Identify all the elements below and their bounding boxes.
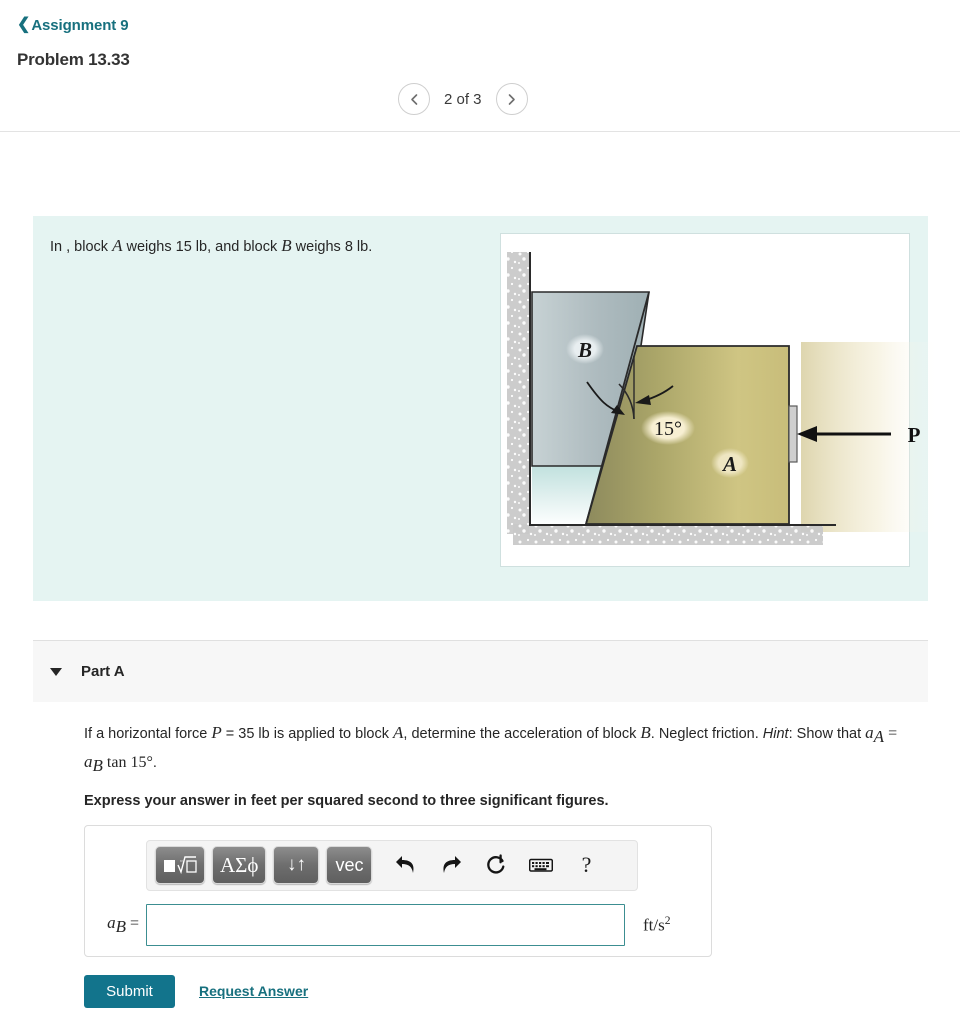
answer-var: a bbox=[107, 912, 116, 932]
submit-button[interactable]: Submit bbox=[84, 974, 175, 1008]
header-divider bbox=[0, 131, 960, 132]
answer-units-main: ft/s bbox=[643, 915, 665, 935]
answer-units: ft/s2 bbox=[643, 914, 671, 936]
answer-var-sub: B bbox=[115, 916, 126, 936]
problem-figure: 15° B A P bbox=[500, 233, 941, 567]
help-button[interactable]: ? bbox=[567, 846, 605, 884]
answer-units-exponent: 2 bbox=[664, 913, 671, 927]
chevron-left-icon bbox=[410, 93, 417, 105]
question-mark-icon: ? bbox=[581, 852, 592, 878]
answer-equals: = bbox=[129, 914, 139, 932]
request-answer-link[interactable]: Request Answer bbox=[199, 983, 308, 999]
reset-circle-icon bbox=[487, 854, 505, 874]
part-a-body: If a horizontal force P = 35 lb is appli… bbox=[0, 702, 960, 1008]
back-link-label: Assignment 9 bbox=[31, 16, 129, 34]
block-a-label: A bbox=[721, 452, 737, 476]
question-var-a: A bbox=[393, 723, 404, 742]
question-seg-2: = 35 lb is applied to block bbox=[221, 726, 394, 742]
vector-icon: vec bbox=[335, 854, 364, 875]
statement-var-b: B bbox=[281, 236, 292, 255]
statement-seg-2: weighs 15 lb, and block bbox=[122, 239, 282, 255]
template-button[interactable]: ▫ bbox=[155, 846, 205, 885]
part-a-header[interactable]: Part A bbox=[33, 640, 928, 702]
question-seg-3: , determine the acceleration of block bbox=[403, 726, 641, 742]
pager-next-button[interactable] bbox=[495, 83, 528, 115]
express-instruction: Express your answer in feet per squared … bbox=[84, 792, 609, 809]
greek-button[interactable]: ΑΣϕ bbox=[212, 846, 267, 885]
question-seg-4: . Neglect friction. bbox=[650, 726, 763, 742]
chevron-left-icon: ❮ bbox=[17, 16, 31, 33]
answer-actions: Submit Request Answer bbox=[84, 974, 960, 1008]
vec-button[interactable]: vec bbox=[326, 846, 373, 885]
question-var-p: P bbox=[211, 723, 222, 742]
keyboard-button[interactable] bbox=[522, 846, 560, 884]
redo-arrow-icon bbox=[443, 856, 462, 874]
block-b-label: B bbox=[577, 338, 592, 362]
answer-input[interactable] bbox=[146, 903, 625, 946]
arrows-updown-icon: ↓↑ bbox=[286, 854, 306, 876]
math-template-icon: ▫ bbox=[164, 856, 197, 875]
question-seg-1: If a horizontal force bbox=[84, 726, 212, 742]
undo-arrow-icon bbox=[396, 856, 414, 874]
angle-label: 15° bbox=[654, 418, 682, 440]
pager-prev-button[interactable] bbox=[398, 83, 430, 115]
statement-seg-3: weighs 8 lb. bbox=[291, 239, 373, 255]
force-p-label: P bbox=[908, 423, 921, 447]
reset-button[interactable] bbox=[477, 846, 515, 884]
undo-button[interactable] bbox=[387, 846, 425, 884]
updown-button[interactable]: ↓↑ bbox=[273, 846, 320, 885]
problem-statement-panel: In , block A weighs 15 lb, and block B w… bbox=[33, 216, 941, 601]
question-seg-6: . bbox=[152, 754, 157, 771]
answer-variable-label: aB = bbox=[85, 913, 146, 937]
greek-symbols-icon: ΑΣϕ bbox=[220, 852, 259, 877]
back-to-assignment-link[interactable]: ❮ Assignment 9 bbox=[17, 16, 129, 34]
page-header: ❮ Assignment 9 Problem 13.33 bbox=[0, 0, 960, 70]
problem-pager: 2 of 3 bbox=[398, 83, 528, 115]
keyboard-icon bbox=[529, 858, 554, 872]
page-title: Problem 13.33 bbox=[17, 50, 130, 69]
question-text: If a horizontal force P = 35 lb is appli… bbox=[84, 721, 914, 779]
question-seg-5: : Show that bbox=[788, 726, 866, 742]
statement-seg-1: In , block bbox=[50, 239, 113, 255]
math-toolbar: ▫ ΑΣϕ ↓↑ vec ? bbox=[146, 839, 638, 891]
answer-card: ▫ ΑΣϕ ↓↑ vec ? aB = ft/s2 bbox=[84, 824, 713, 957]
problem-statement-text: In , block A weighs 15 lb, and block B w… bbox=[50, 234, 372, 258]
pager-label: 2 of 3 bbox=[444, 90, 482, 108]
figure-svg: 15° B A P bbox=[507, 252, 941, 545]
hint-word: Hint bbox=[762, 726, 789, 742]
chevron-right-icon bbox=[508, 93, 515, 105]
part-a-label: Part A bbox=[81, 663, 125, 680]
statement-var-a: A bbox=[112, 236, 123, 255]
redo-button[interactable] bbox=[432, 846, 470, 884]
answer-row: aB = ft/s2 bbox=[85, 903, 713, 946]
svg-text:▫: ▫ bbox=[180, 858, 182, 865]
question-var-b: B bbox=[640, 723, 651, 742]
caret-down-icon bbox=[50, 667, 62, 676]
